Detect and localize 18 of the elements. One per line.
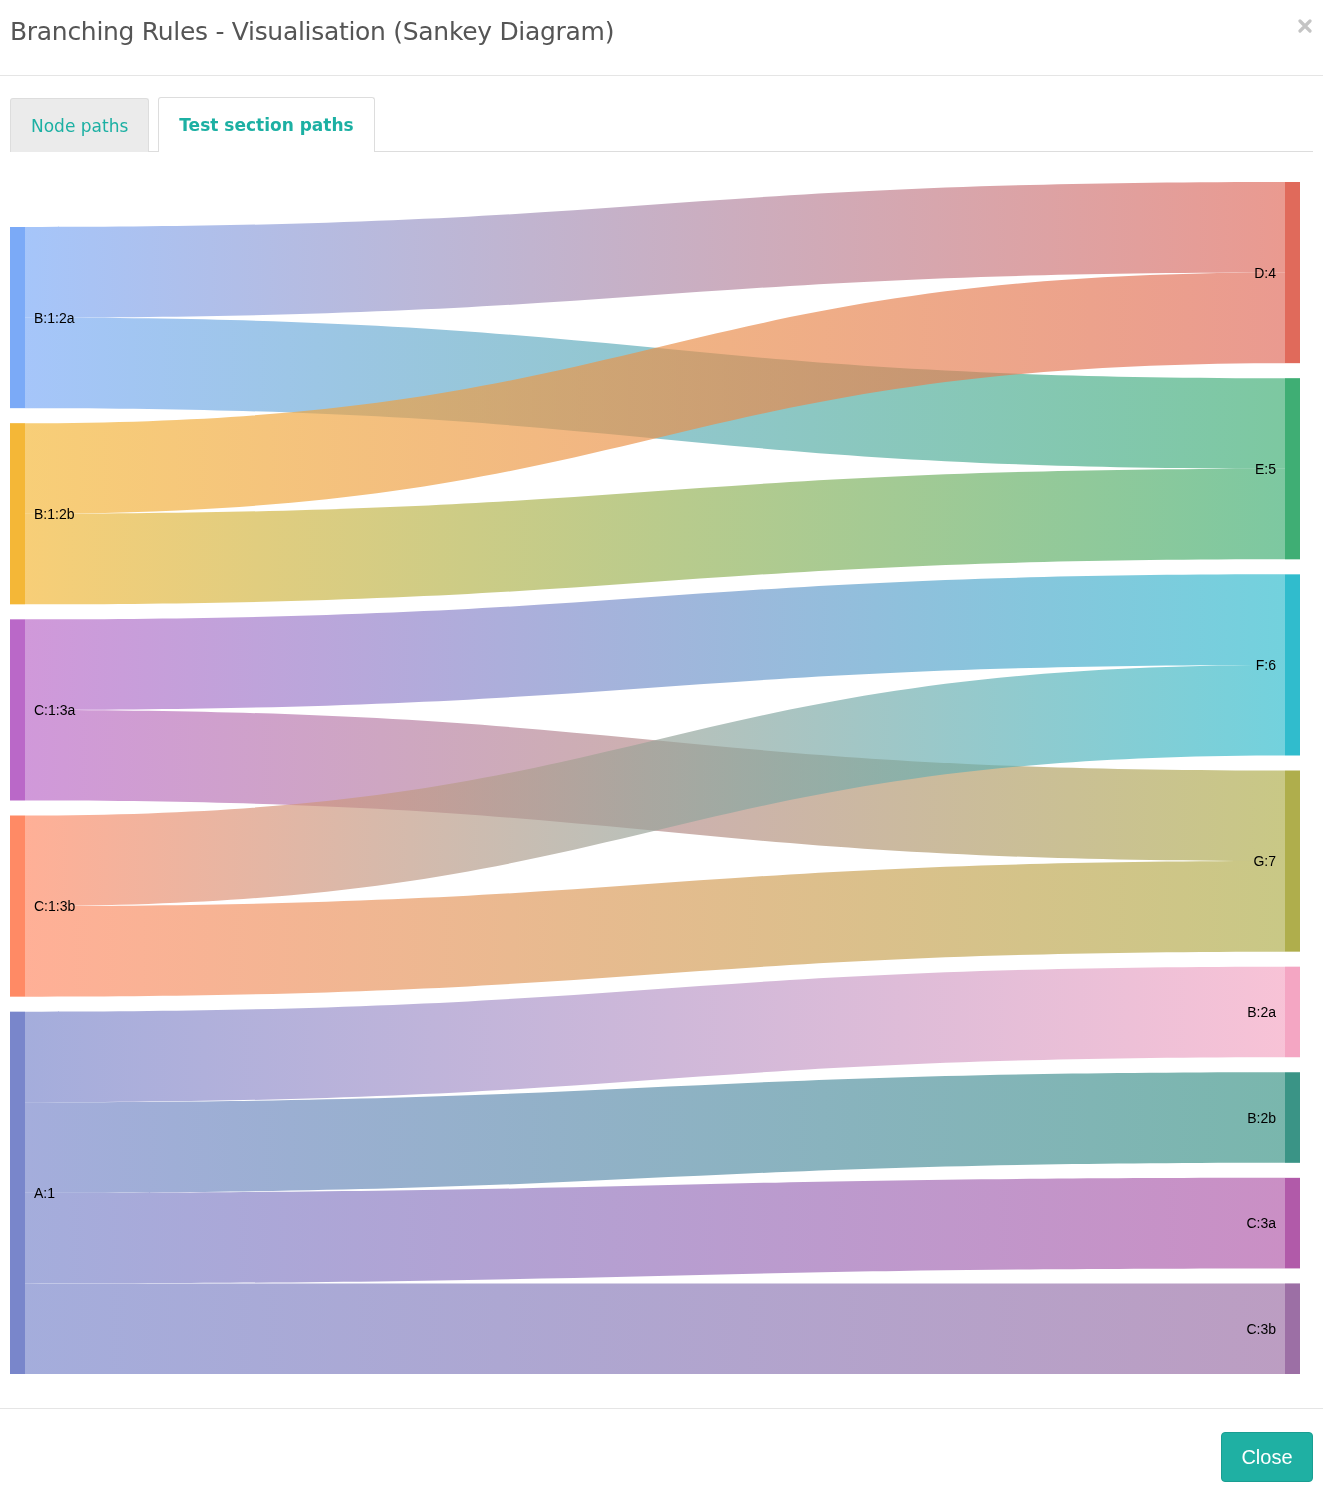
node-label: G:7 xyxy=(1253,853,1276,870)
node-label: C:1:3b xyxy=(34,898,76,915)
dialog-title: Branching Rules - Visualisation (Sankey Diagram) xyxy=(10,17,615,46)
node-label: C:1:3a xyxy=(34,701,76,718)
node-label: B:1:2a xyxy=(34,309,75,326)
node-label: A:1 xyxy=(34,1184,55,1201)
close-button[interactable]: Close xyxy=(1221,1432,1313,1482)
tab[interactable]: Node paths xyxy=(10,98,150,152)
node-label: E:5 xyxy=(1255,460,1276,477)
node-label: C:3a xyxy=(1246,1215,1276,1232)
node-label: B:2a xyxy=(1247,1003,1276,1020)
close-icon[interactable] xyxy=(1298,19,1312,33)
node-label: F:6 xyxy=(1255,656,1276,673)
node-label: D:4 xyxy=(1254,264,1276,281)
node-label: C:3b xyxy=(1246,1320,1276,1337)
node-label: B:2b xyxy=(1247,1109,1276,1126)
tab[interactable]: Test section paths xyxy=(158,97,375,152)
node-label: B:1:2b xyxy=(34,505,75,522)
